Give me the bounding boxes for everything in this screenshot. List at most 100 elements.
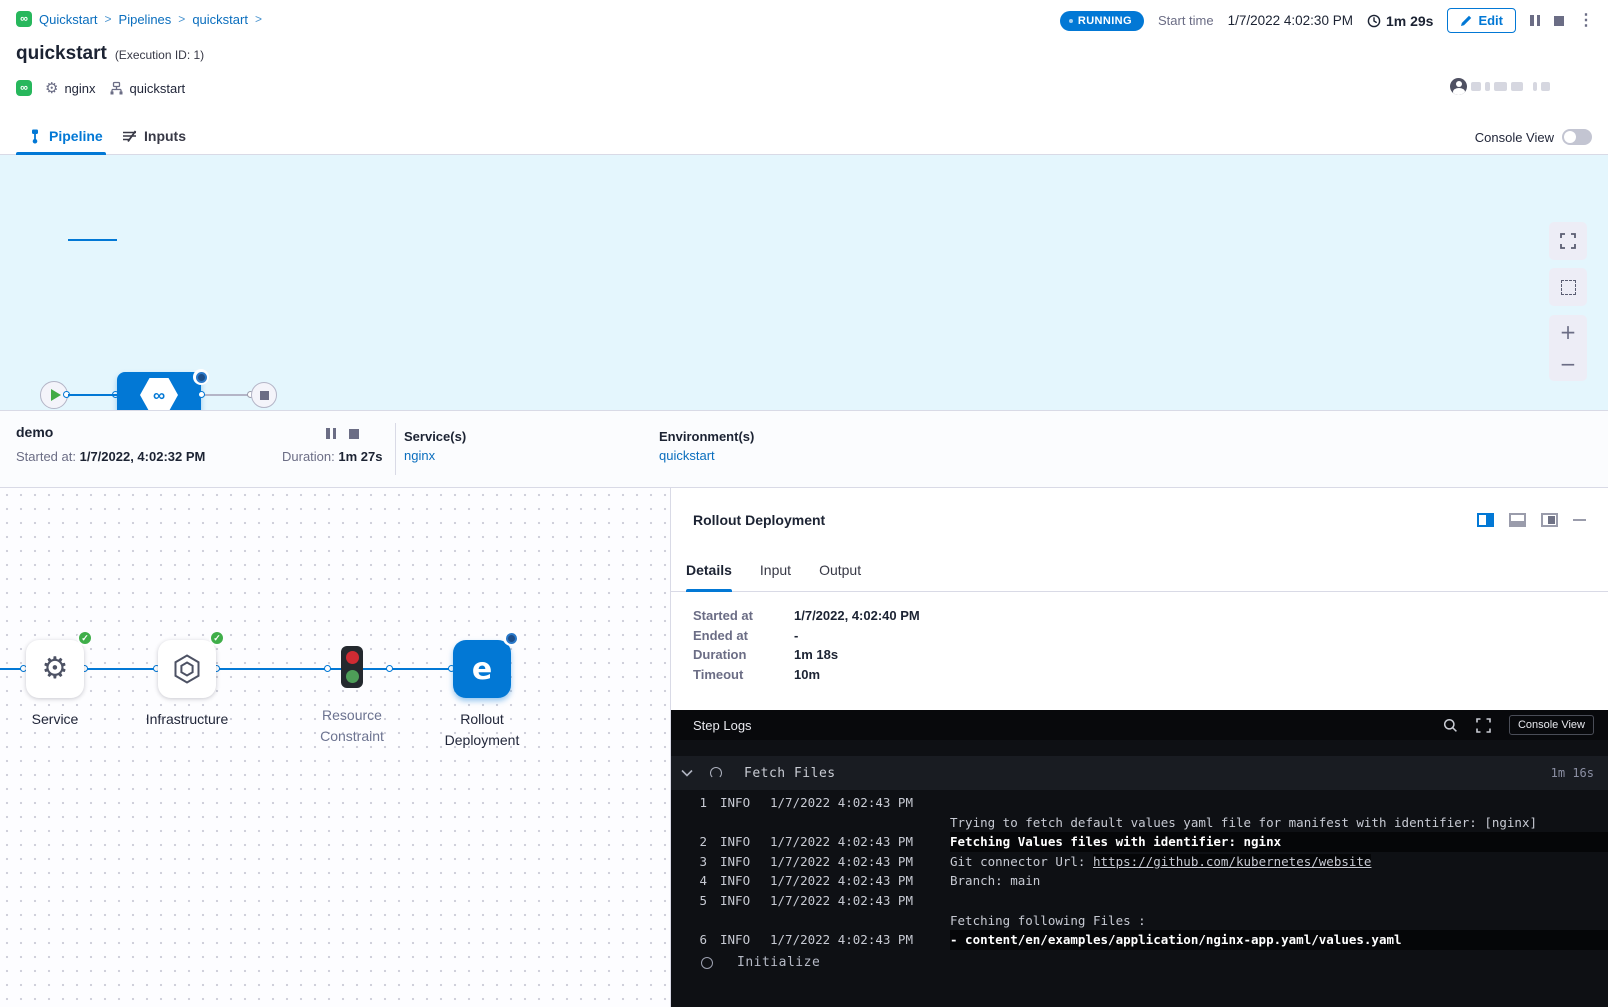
log-link[interactable]: https://github.com/kubernetes/website bbox=[1093, 854, 1371, 869]
start-time-value: 1/7/2022 4:02:30 PM bbox=[1228, 13, 1353, 28]
traffic-light-green-icon bbox=[346, 670, 359, 683]
stage-graph-canvas[interactable]: ∞ demo + − bbox=[0, 155, 1608, 410]
log-row: 2INFO1/7/2022 4:02:43 PMFetching Values … bbox=[671, 832, 1608, 852]
edge-start-demo bbox=[68, 394, 117, 396]
inputs-icon bbox=[122, 129, 137, 143]
step-label-rollout-deployment: Rollout Deployment bbox=[427, 709, 537, 751]
tab-details[interactable]: Details bbox=[686, 548, 732, 591]
view-tab-bar: Pipeline Inputs Console View bbox=[0, 122, 1608, 155]
fullscreen-icon bbox=[1560, 233, 1576, 249]
edit-button[interactable]: Edit bbox=[1447, 8, 1516, 33]
pending-circle-icon bbox=[701, 957, 713, 969]
avatar bbox=[1450, 78, 1467, 95]
play-icon bbox=[51, 389, 61, 401]
breadcrumb-project[interactable]: Quickstart bbox=[39, 12, 98, 27]
select-mode-button[interactable] bbox=[1549, 268, 1587, 306]
step-detail-panel: Rollout Deployment Details Input Output … bbox=[670, 488, 1608, 1007]
log-section-fetch-files[interactable]: Fetch Files 1m 16s bbox=[671, 756, 1608, 790]
pause-execution-button[interactable] bbox=[1530, 15, 1540, 26]
step-node-resource-constraint[interactable] bbox=[341, 646, 363, 688]
expand-logs-icon[interactable] bbox=[1476, 718, 1491, 733]
breadcrumb-separator: > bbox=[105, 12, 112, 26]
success-check-icon: ✓ bbox=[77, 630, 93, 646]
stage-info-bar: demo Started at: 1/7/2022, 4:02:32 PM Du… bbox=[0, 410, 1608, 488]
log-section-initialize[interactable]: Initialize bbox=[671, 955, 1608, 970]
step-label-infrastructure: Infrastructure bbox=[132, 709, 242, 730]
pipeline-icon bbox=[28, 129, 42, 144]
step-panel-title: Rollout Deployment bbox=[693, 512, 825, 528]
divider bbox=[395, 423, 396, 475]
layout-bottom-panel-icon[interactable] bbox=[1509, 513, 1526, 527]
title-row: quickstart (Execution ID: 1) bbox=[16, 43, 204, 65]
log-row: 1INFO1/7/2022 4:02:43 PM bbox=[671, 793, 1608, 813]
stop-execution-button[interactable] bbox=[1554, 16, 1564, 26]
harness-logo-icon: ∞ bbox=[16, 11, 32, 27]
clock-icon bbox=[1367, 14, 1381, 28]
created-by bbox=[1450, 78, 1550, 95]
log-console[interactable]: Fetch Files 1m 16s 1INFO1/7/2022 4:02:43… bbox=[671, 740, 1608, 1007]
service-link[interactable]: nginx bbox=[404, 448, 466, 463]
redacted-text bbox=[1471, 82, 1481, 91]
detail-row: Started at1/7/2022, 4:02:40 PM bbox=[693, 606, 920, 626]
step-panel-tabs: Details Input Output bbox=[671, 548, 1608, 592]
step-node-rollout-deployment[interactable]: e bbox=[453, 640, 511, 698]
status-badge: RUNNING bbox=[1060, 11, 1144, 31]
pause-stage-button[interactable] bbox=[326, 428, 336, 439]
log-row: 5INFO1/7/2022 4:02:43 PM bbox=[671, 891, 1608, 911]
running-spinner-icon bbox=[193, 369, 209, 385]
environment-tag[interactable]: quickstart bbox=[109, 81, 186, 96]
log-row: Trying to fetch default values yaml file… bbox=[671, 813, 1608, 833]
console-view-label: Console View bbox=[1475, 130, 1554, 145]
header-actions: RUNNING Start time 1/7/2022 4:02:30 PM 1… bbox=[1060, 8, 1594, 33]
edge-demo-end bbox=[201, 394, 251, 396]
start-time-label: Start time bbox=[1158, 13, 1214, 28]
log-row: 3INFO1/7/2022 4:02:43 PMGit connector Ur… bbox=[671, 852, 1608, 872]
chevron-down-icon bbox=[681, 769, 693, 777]
search-icon[interactable] bbox=[1443, 718, 1458, 733]
pipeline-end-node[interactable] bbox=[251, 382, 277, 408]
log-section-duration: 1m 16s bbox=[1551, 766, 1594, 780]
step-logs-bar: Step Logs Console View bbox=[671, 710, 1608, 740]
tab-pipeline[interactable]: Pipeline bbox=[28, 128, 103, 144]
breadcrumb-pipeline[interactable]: quickstart bbox=[192, 12, 248, 27]
breadcrumb-separator: > bbox=[255, 12, 262, 26]
breadcrumb-separator: > bbox=[178, 12, 185, 26]
gear-icon: ⚙ bbox=[42, 654, 69, 684]
step-label-resource-constraint: Resource Constraint bbox=[302, 705, 402, 747]
tab-input[interactable]: Input bbox=[760, 548, 791, 591]
zoom-out-button[interactable]: − bbox=[1560, 348, 1577, 380]
traffic-light-red-icon bbox=[346, 651, 359, 664]
environment-link[interactable]: quickstart bbox=[659, 448, 754, 463]
fullscreen-button[interactable] bbox=[1549, 222, 1587, 260]
layout-right-panel-icon[interactable] bbox=[1541, 513, 1558, 527]
tags-row: ∞ ⚙ nginx quickstart bbox=[16, 80, 185, 96]
step-node-service[interactable]: ⚙ bbox=[26, 640, 84, 698]
breadcrumb-pipelines[interactable]: Pipelines bbox=[119, 12, 172, 27]
gear-icon: ⚙ bbox=[45, 81, 58, 96]
zoom-controls: + − bbox=[1549, 315, 1587, 381]
detail-row: Ended at- bbox=[693, 626, 920, 646]
stage-duration: Duration: 1m 27s bbox=[282, 449, 382, 464]
status-dot-icon bbox=[1069, 19, 1073, 23]
step-node-infrastructure[interactable] bbox=[158, 640, 216, 698]
log-section-name: Fetch Files bbox=[744, 766, 836, 781]
service-tag[interactable]: ⚙ nginx bbox=[45, 81, 96, 96]
log-rows: 1INFO1/7/2022 4:02:43 PMTrying to fetch … bbox=[671, 793, 1608, 950]
rollout-deployment-icon: e bbox=[472, 652, 492, 687]
more-options-icon[interactable]: ⋮ bbox=[1578, 13, 1594, 29]
execution-graph-canvas[interactable]: ⚙ ✓ Service ✓ Infrastructure Resource Co… bbox=[0, 488, 670, 1007]
tab-inputs[interactable]: Inputs bbox=[122, 128, 186, 144]
console-view-button[interactable]: Console View bbox=[1509, 715, 1594, 735]
minimize-panel-icon[interactable] bbox=[1573, 519, 1586, 522]
tab-output[interactable]: Output bbox=[819, 548, 861, 591]
success-check-icon: ✓ bbox=[209, 630, 225, 646]
step-label-service: Service bbox=[13, 709, 97, 730]
log-section-name: Initialize bbox=[737, 955, 820, 970]
loading-spinner-icon bbox=[710, 767, 722, 779]
execution-id: (Execution ID: 1) bbox=[115, 48, 204, 62]
console-view-toggle[interactable] bbox=[1562, 129, 1592, 145]
infrastructure-hexagon-icon bbox=[173, 654, 201, 684]
zoom-in-button[interactable]: + bbox=[1560, 316, 1577, 348]
layout-right-panel-active-icon[interactable] bbox=[1477, 513, 1494, 527]
stop-stage-button[interactable] bbox=[349, 429, 359, 439]
